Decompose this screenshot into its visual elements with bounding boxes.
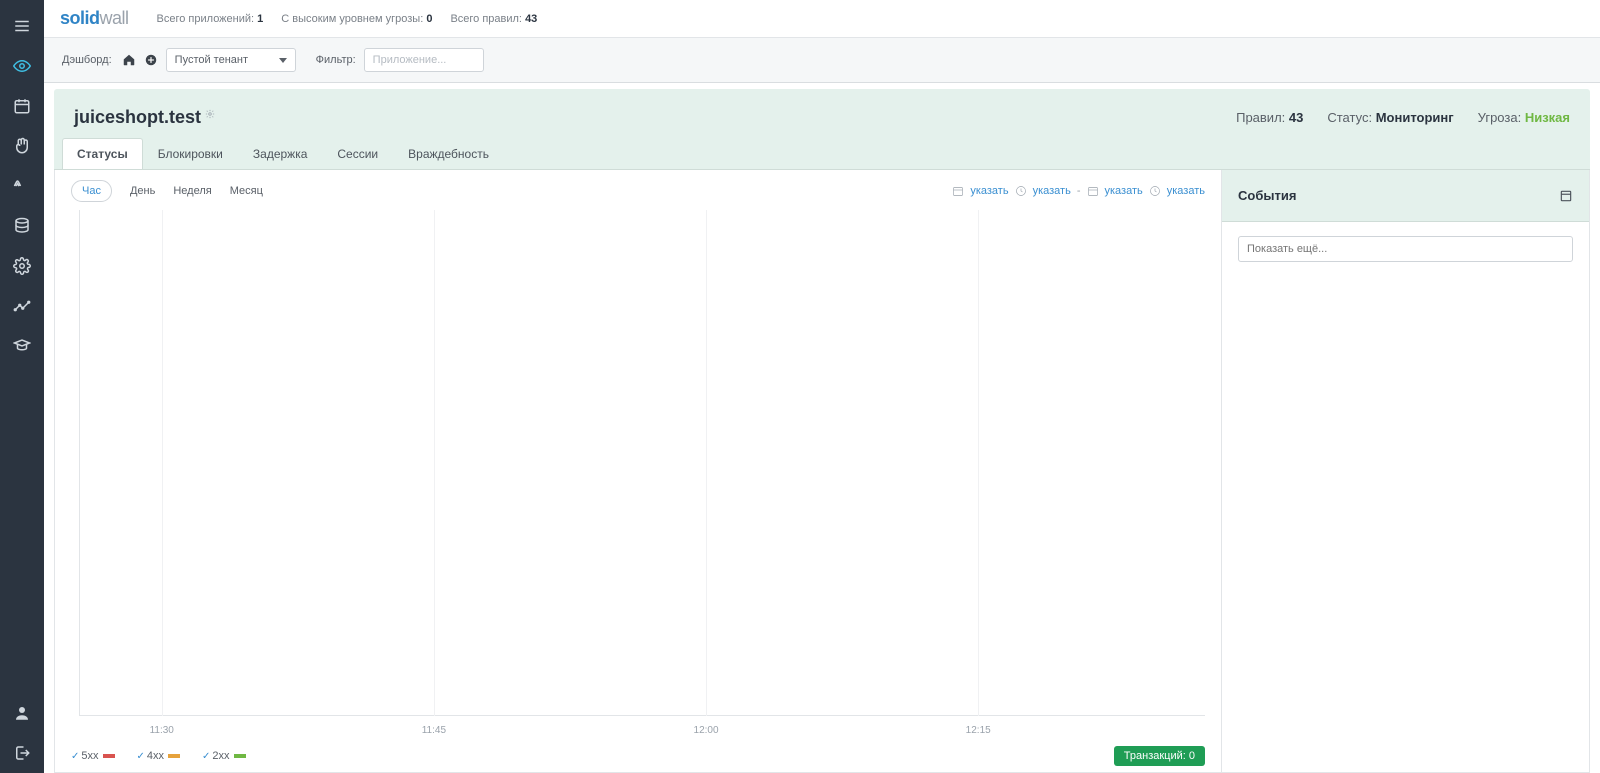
app-settings-gear-icon[interactable] bbox=[205, 109, 215, 119]
filter-input[interactable] bbox=[364, 48, 484, 72]
plus-circle-icon[interactable] bbox=[144, 53, 158, 67]
app-status: Статус: Мониторинг bbox=[1327, 110, 1453, 125]
x-tick: 12:00 bbox=[694, 725, 719, 736]
sidebar-item-analytics[interactable] bbox=[0, 286, 44, 326]
legend-2xx[interactable]: 2xx bbox=[202, 750, 246, 762]
top-stats-bar: solidwall Всего приложений: 1 С высоким … bbox=[44, 0, 1600, 38]
clock-icon bbox=[1149, 185, 1161, 197]
time-to-link[interactable]: указать bbox=[1167, 185, 1205, 197]
app-rules: Правил: 43 bbox=[1236, 110, 1303, 125]
events-title: События bbox=[1238, 188, 1296, 203]
sidebar-item-database[interactable] bbox=[0, 206, 44, 246]
expand-icon[interactable] bbox=[1559, 189, 1573, 203]
events-panel: События bbox=[1221, 170, 1589, 772]
calendar-icon bbox=[13, 97, 31, 115]
sidebar bbox=[0, 0, 44, 773]
signal-icon bbox=[13, 177, 31, 195]
gear-icon bbox=[13, 257, 31, 275]
chevron-down-icon bbox=[279, 58, 287, 63]
sidebar-item-rules[interactable] bbox=[0, 126, 44, 166]
date-range-picker: указать указать - указать указать bbox=[952, 185, 1205, 197]
tenant-selected-label: Пустой тенант bbox=[175, 54, 248, 66]
clock-icon bbox=[1015, 185, 1027, 197]
date-range-separator: - bbox=[1077, 185, 1081, 197]
app-threat: Угроза: Низкая bbox=[1478, 110, 1570, 125]
sidebar-item-events[interactable] bbox=[0, 86, 44, 126]
sidebar-item-education[interactable] bbox=[0, 326, 44, 366]
app-tabs: Статусы Блокировки Задержка Сессии Вражд… bbox=[54, 138, 1590, 169]
home-icon[interactable] bbox=[122, 53, 136, 67]
legend-4xx[interactable]: 4xx bbox=[137, 750, 181, 762]
hand-icon bbox=[13, 137, 31, 155]
filter-label: Фильтр: bbox=[316, 54, 356, 66]
menu-icon bbox=[13, 17, 31, 35]
stat-total-rules: Всего правил: 43 bbox=[450, 13, 537, 25]
tab-delay[interactable]: Задержка bbox=[238, 138, 323, 169]
menu-toggle-button[interactable] bbox=[0, 6, 44, 46]
sidebar-item-signals[interactable] bbox=[0, 166, 44, 206]
range-day[interactable]: День bbox=[130, 185, 155, 197]
tab-blocks[interactable]: Блокировки bbox=[143, 138, 238, 169]
sidebar-item-dashboard[interactable] bbox=[0, 46, 44, 86]
logout-icon bbox=[13, 744, 31, 762]
tab-hostility[interactable]: Враждебность bbox=[393, 138, 504, 169]
app-header: juiceshopt.test Правил: 43 Статус: Монит… bbox=[54, 89, 1590, 170]
range-month[interactable]: Месяц bbox=[230, 185, 263, 197]
sidebar-item-account[interactable] bbox=[0, 693, 44, 733]
calendar-icon bbox=[1087, 185, 1099, 197]
sidebar-item-logout[interactable] bbox=[0, 733, 44, 773]
analytics-icon bbox=[13, 297, 31, 315]
time-from-link[interactable]: указать bbox=[1033, 185, 1071, 197]
chart-legend: 5xx 4xx 2xx bbox=[71, 750, 246, 762]
stat-total-apps: Всего приложений: 1 bbox=[157, 13, 264, 25]
logo: solidwall bbox=[60, 8, 129, 29]
tab-statuses[interactable]: Статусы bbox=[62, 138, 143, 169]
database-icon bbox=[13, 217, 31, 235]
dashboard-label: Дэшборд: bbox=[62, 54, 112, 66]
tenant-select[interactable]: Пустой тенант bbox=[166, 48, 296, 72]
x-tick: 12:15 bbox=[966, 725, 991, 736]
date-from-link[interactable]: указать bbox=[970, 185, 1008, 197]
eye-icon bbox=[13, 57, 31, 75]
x-tick: 11:45 bbox=[422, 725, 446, 736]
date-to-link[interactable]: указать bbox=[1105, 185, 1143, 197]
app-title: juiceshopt.test bbox=[74, 107, 201, 128]
range-week[interactable]: Неделя bbox=[173, 185, 211, 197]
stat-high-threat: С высоким уровнем угрозы: 0 bbox=[281, 13, 432, 25]
x-tick: 11:30 bbox=[150, 725, 174, 736]
transactions-badge: Транзакций: 0 bbox=[1114, 746, 1205, 766]
education-icon bbox=[13, 337, 31, 355]
events-show-more-input[interactable] bbox=[1238, 236, 1573, 262]
time-range-tabs: Час День Неделя Месяц bbox=[71, 180, 263, 202]
tab-sessions[interactable]: Сессии bbox=[322, 138, 393, 169]
user-icon bbox=[13, 704, 31, 722]
legend-5xx[interactable]: 5xx bbox=[71, 750, 115, 762]
chart-plot: 11:30 11:45 12:00 12:15 bbox=[71, 210, 1205, 740]
chart-area: Час День Неделя Месяц указать указать - … bbox=[55, 170, 1221, 772]
dashboard-toolbar: Дэшборд: Пустой тенант Фильтр: bbox=[44, 38, 1600, 83]
range-hour[interactable]: Час bbox=[71, 180, 112, 202]
calendar-icon bbox=[952, 185, 964, 197]
sidebar-item-settings[interactable] bbox=[0, 246, 44, 286]
